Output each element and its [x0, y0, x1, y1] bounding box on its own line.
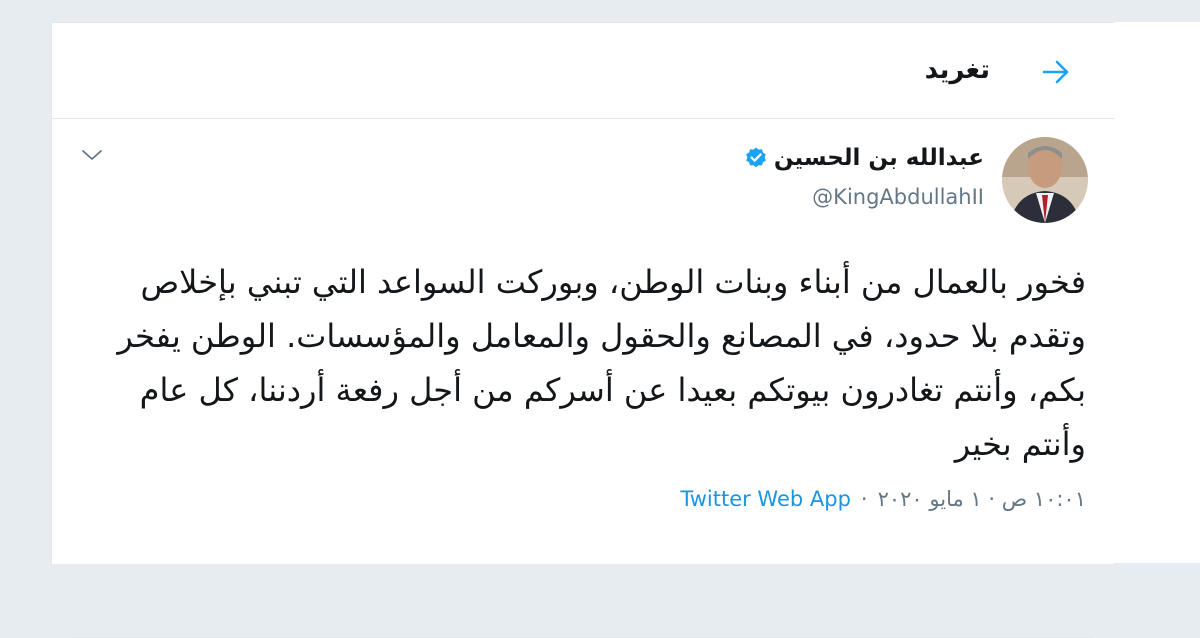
- browser-top-strip: [0, 0, 1200, 14]
- main-column: تغريد عبدالله بن الحسين @KingAbdullahII …: [51, 22, 1115, 638]
- right-panel: [1114, 22, 1200, 563]
- arrow-right-icon: [1042, 60, 1069, 84]
- avatar[interactable]: [1002, 137, 1088, 223]
- tweet-options-button[interactable]: [80, 145, 104, 165]
- page-title: تغريد: [924, 55, 990, 85]
- tweet-card[interactable]: عبدالله بن الحسين @KingAbdullahII فخور ب…: [52, 119, 1114, 638]
- avatar-image: [1002, 137, 1088, 223]
- meta-separator: ·: [860, 487, 868, 511]
- tweet-meta: ١٠:٠١ ص · ١ مايو ٢٠٢٠ · Twitter Web App: [680, 487, 1086, 511]
- tweet-text: فخور بالعمال من أبناء وبنات الوطن، وبورك…: [117, 263, 1086, 463]
- page-header: تغريد: [52, 23, 1114, 119]
- author-display-name[interactable]: عبدالله بن الحسين: [774, 145, 984, 171]
- chevron-down-icon: [82, 150, 102, 160]
- back-button[interactable]: [1038, 57, 1074, 87]
- author-handle[interactable]: @KingAbdullahII: [812, 185, 984, 209]
- author-name-row[interactable]: عبدالله بن الحسين: [744, 145, 984, 171]
- verified-badge-icon: [744, 146, 768, 170]
- tweet-timestamp[interactable]: ١٠:٠١ ص · ١ مايو ٢٠٢٠: [878, 487, 1086, 511]
- tweet-source-link[interactable]: Twitter Web App: [680, 487, 851, 511]
